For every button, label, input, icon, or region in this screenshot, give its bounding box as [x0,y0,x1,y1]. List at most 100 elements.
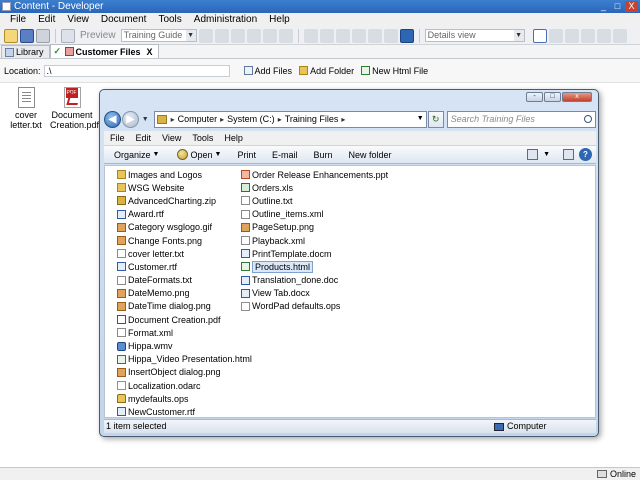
file-list-item[interactable]: View Tab.docx [241,287,388,300]
file-list-item[interactable]: Hippa.wmv [117,339,252,352]
menu-edit[interactable]: Edit [32,13,61,27]
breadcrumb-separator-icon[interactable]: ▸ [278,115,282,124]
view-select[interactable]: Details view ▼ [424,29,525,42]
search-input[interactable]: Search Training Files [446,110,596,128]
delete-icon[interactable] [246,28,261,43]
file-list-item[interactable]: Playback.xml [241,234,388,247]
file-list-item[interactable]: PageSetup.png [241,221,388,234]
desktop-file[interactable]: PDF Document Creation.pdf [50,87,99,130]
file-list-item[interactable]: Award.rtf [117,208,252,221]
explorer-menu-file[interactable]: File [104,131,130,145]
help-icon[interactable]: ? [579,148,592,161]
preview-pane-icon[interactable] [563,149,574,160]
file-list-item[interactable]: DateMemo.png [117,287,252,300]
explorer-menu-help[interactable]: Help [218,131,248,145]
open-button[interactable]: Open ▼ [165,149,227,160]
file-list-item[interactable]: Category wsglogo.gif [117,221,252,234]
menu-view[interactable]: View [61,13,95,27]
guide-select[interactable]: Training Guide ▼ [120,29,197,42]
file-list-item[interactable]: Change Fonts.png [117,234,252,247]
back-button[interactable]: ◀ [104,110,121,128]
file-list-item[interactable]: Hippa_Video Presentation.html [117,353,252,366]
menu-administration[interactable]: Administration [188,13,263,27]
file-list-item[interactable]: WordPad defaults.ops [241,300,388,313]
spell-check-icon[interactable] [367,28,382,43]
burn-button[interactable]: Burn [303,150,338,160]
file-list-item[interactable]: AdvancedCharting.zip [117,194,252,207]
cut-icon[interactable] [198,28,213,43]
refresh-button[interactable]: ↻ [427,110,444,128]
print-icon[interactable] [36,28,50,43]
file-list-item[interactable]: NewCustomer.rtf [117,405,252,418]
explorer-minimize-button[interactable]: - [526,92,543,102]
file-list-item[interactable]: DateFormats.txt [117,274,252,287]
paste-icon[interactable] [230,28,245,43]
file-list-item[interactable]: Outline.txt [241,194,388,207]
print-button[interactable]: Print [227,150,262,160]
add-files-button[interactable]: Add Files [243,66,292,76]
add-folder-button[interactable]: Add Folder [299,66,354,76]
file-list-item[interactable]: Document Creation.pdf [117,313,252,326]
menu-document[interactable]: Document [95,13,153,27]
outdent-icon[interactable] [351,28,366,43]
copy-icon[interactable] [214,28,229,43]
explorer-close-button[interactable]: x [562,92,592,102]
location-input[interactable]: .\ [43,64,230,77]
breadcrumb-separator-icon[interactable]: ▸ [220,115,224,124]
file-list-item[interactable]: Outline_items.xml [241,208,388,221]
file-list-item[interactable]: Products.html [241,260,388,273]
close-button[interactable]: X [625,1,638,12]
tab-customer-files[interactable]: ✓ Customer Files X [49,44,159,58]
explorer-menu-tools[interactable]: Tools [186,131,218,145]
breadcrumb-computer[interactable]: Computer [178,114,218,124]
explorer-menu-edit[interactable]: Edit [130,131,157,145]
file-list-item[interactable]: cover letter.txt [117,247,252,260]
file-list-item[interactable]: InsertObject dialog.png [117,366,252,379]
file-list-item[interactable]: Localization.odarc [117,379,252,392]
redo-icon[interactable] [319,28,334,43]
indent-icon[interactable] [335,28,350,43]
find-icon[interactable] [383,28,398,43]
file-list-item[interactable]: Customer.rtf [117,260,252,273]
menu-file[interactable]: File [4,13,32,27]
desktop-file[interactable]: cover letter.txt [4,87,48,130]
file-list-item[interactable]: PrintTemplate.docm [241,247,388,260]
email-button[interactable]: E-mail [262,150,304,160]
properties-icon[interactable] [278,28,293,43]
address-bar[interactable]: ▸ Computer ▸ System (C:) ▸ Training File… [153,110,427,128]
menu-help[interactable]: Help [263,13,296,27]
save-icon[interactable] [20,28,34,43]
new-icon[interactable] [4,28,18,43]
rename-icon[interactable] [262,28,277,43]
move-up-icon[interactable] [596,28,611,43]
thumbnail-view-icon[interactable] [564,28,579,43]
preview-button[interactable]: Preview [77,30,119,41]
explorer-maximize-button[interactable]: □ [544,92,561,102]
maximize-button[interactable]: □ [611,1,624,12]
tab-library[interactable]: Library [1,45,50,58]
file-list-item[interactable]: Images and Logos [117,168,252,181]
chevron-down-icon[interactable]: ▼ [417,115,424,122]
tile-view-icon[interactable] [580,28,595,43]
help-icon[interactable] [399,28,414,43]
chevron-down-icon[interactable]: ▼ [543,151,550,158]
forward-button[interactable]: ▶ [121,110,139,128]
file-list-item[interactable]: mydefaults.ops [117,392,252,405]
organize-button[interactable]: Organize ▼ [104,150,165,160]
new-html-file-button[interactable]: New Html File [361,66,428,76]
menu-tools[interactable]: Tools [152,13,187,27]
undo-icon[interactable] [303,28,318,43]
list-view-icon[interactable] [548,28,563,43]
file-list-item[interactable]: Order Release Enhancements.ppt [241,168,388,181]
breadcrumb-system-c[interactable]: System (C:) [227,114,275,124]
close-tab-icon[interactable]: X [147,46,153,58]
file-list-item[interactable]: Format.xml [117,326,252,339]
recent-pages-icon[interactable]: ▼ [142,116,149,123]
move-down-icon[interactable] [612,28,627,43]
minimize-button[interactable]: _ [597,1,610,12]
breadcrumb-separator-icon[interactable]: ▸ [341,115,345,124]
breadcrumb-separator-icon[interactable]: ▸ [171,115,175,124]
details-view-icon[interactable] [532,28,547,43]
new-folder-button[interactable]: New folder [338,150,397,160]
breadcrumb-training-files[interactable]: Training Files [285,114,339,124]
